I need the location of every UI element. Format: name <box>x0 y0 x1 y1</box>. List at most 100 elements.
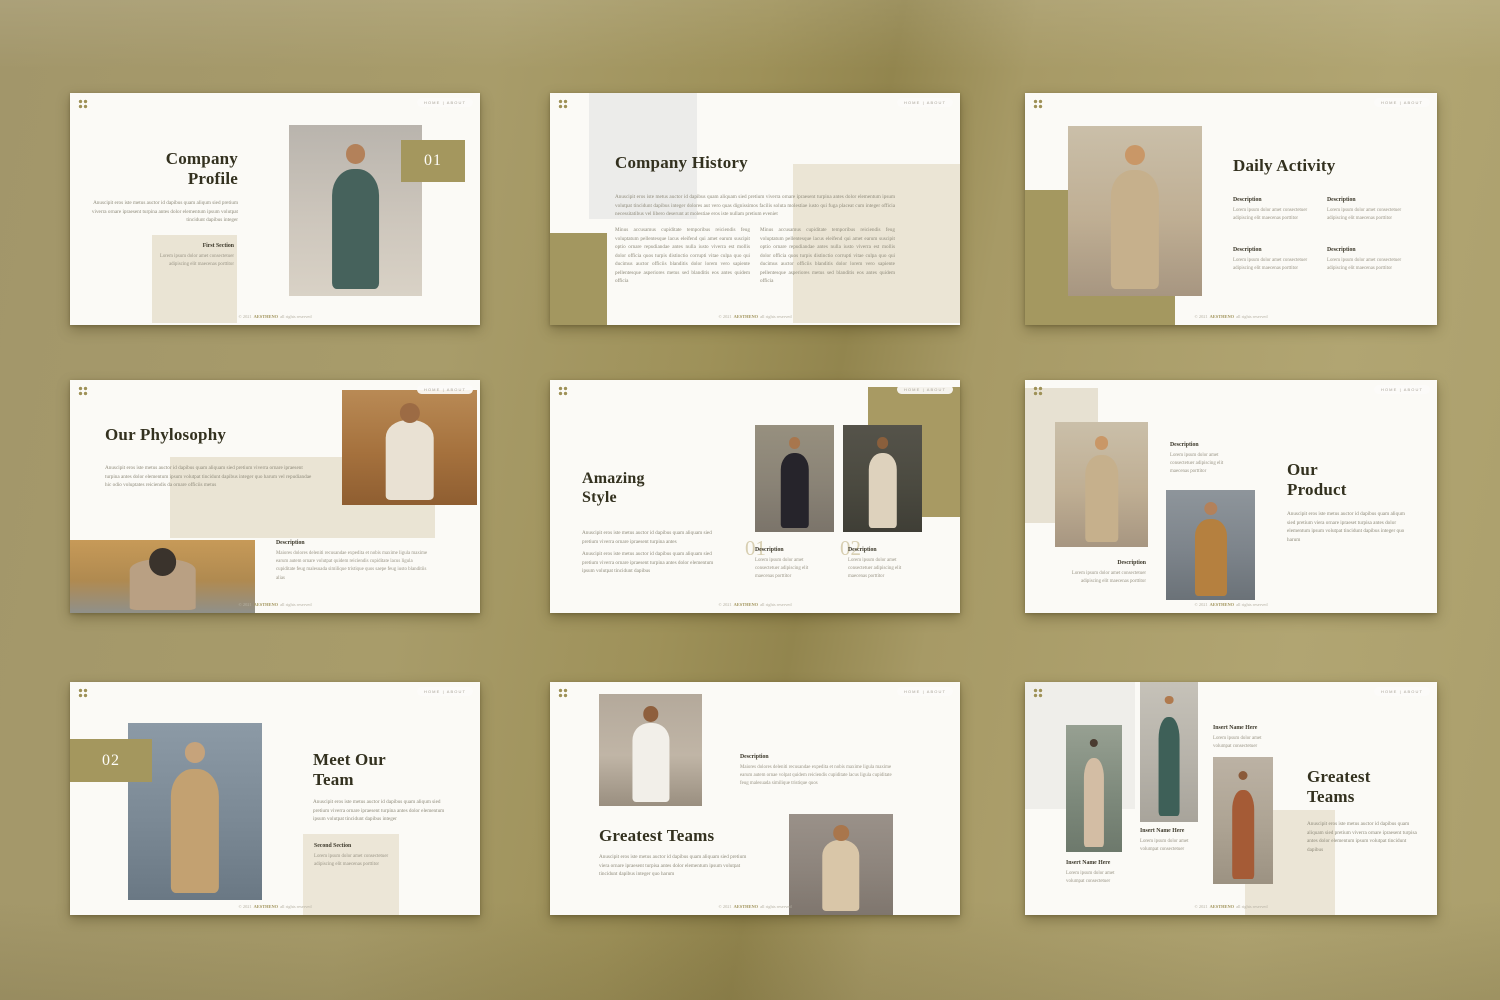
slide-title: Our Product <box>1287 460 1427 500</box>
slide-greatest-teams[interactable]: HOME | ABOUT Description Maiores dolores… <box>550 682 960 915</box>
slide-greatest-teams-grid[interactable]: HOME | ABOUT Insert Name Here Lorem ipsu… <box>1025 682 1437 915</box>
slide-title-line: Company <box>90 149 238 169</box>
footer-copyright: © 2021 <box>238 314 251 319</box>
footer-rights: all rights reserved <box>280 602 311 607</box>
footer-brand: AESTHENO <box>1210 904 1234 909</box>
slide-title-line: Product <box>1287 480 1427 500</box>
nav-home-about[interactable]: HOME | ABOUT <box>1374 687 1430 696</box>
footer-rights: all rights reserved <box>1236 602 1267 607</box>
description-block: Description Lorem ipsum dolor amet conse… <box>1233 197 1313 223</box>
footer-brand: AESTHENO <box>254 904 278 909</box>
member-name: Insert Name Here <box>1140 828 1204 836</box>
member-name-block: Insert Name Here Lorem ipsum dolor amet … <box>1213 725 1277 751</box>
description-text: Lorem ipsum dolor amet consectetuer adip… <box>848 557 912 582</box>
description-heading: Description <box>1233 197 1313 205</box>
section-text: Lorem ipsum dolor amet consectetuer adip… <box>158 253 234 270</box>
description-heading: Description <box>1327 197 1407 205</box>
slide-amazing-style[interactable]: HOME | ABOUT Amazing Style Anuscipit ero… <box>550 380 960 613</box>
description-text: Lorem ipsum dolor amet consectetuer adip… <box>755 557 819 582</box>
member-name-block: Insert Name Here Lorem ipsum dolor amet … <box>1140 828 1204 854</box>
member-text: Lorem ipsum dolor amet volumpat consecte… <box>1066 870 1130 887</box>
nav-home-about[interactable]: HOME | ABOUT <box>1374 98 1430 107</box>
nav-home-about[interactable]: HOME | ABOUT <box>1374 385 1430 394</box>
slide-title-line: Teams <box>1307 787 1427 807</box>
intro-text: Anuscipit eros iste metus auctor id dapi… <box>313 798 451 824</box>
footer-copyright: © 2021 <box>238 904 251 909</box>
photo-two-models <box>342 390 477 505</box>
brand-logo-icon <box>1033 99 1043 109</box>
description-block: Description Lorem ipsum dolor amet conse… <box>1233 247 1313 273</box>
template-preview-canvas: { "shared": { "nav_label": "HOME | ABOUT… <box>0 0 1500 1000</box>
nav-home-about[interactable]: HOME | ABOUT <box>897 385 953 394</box>
slide-title-line: Greatest <box>1307 767 1427 787</box>
description-heading: Description <box>276 540 428 548</box>
description-text: Maiores dolores deleniti recusandae expe… <box>740 764 892 789</box>
slide-our-phylosophy[interactable]: HOME | ABOUT Our Phylosophy Anuscipit er… <box>70 380 480 613</box>
slide-company-history[interactable]: HOME | ABOUT Company History Anuscipit e… <box>550 93 960 325</box>
slide-footer: © 2021AESTHENOall rights reserved <box>70 314 480 319</box>
footer-brand: AESTHENO <box>734 602 758 607</box>
section-heading: First Section <box>158 243 234 251</box>
footer-copyright: © 2021 <box>1194 904 1207 909</box>
description-block: Description Lorem ipsum dolor amet conse… <box>848 547 912 582</box>
slide-title: Company History <box>615 153 915 173</box>
photo-product-ruins <box>1055 422 1148 547</box>
slide-title-line: Profile <box>90 169 238 189</box>
description-block: Description Lorem ipsum dolor amet conse… <box>755 547 819 582</box>
footer-brand: AESTHENO <box>254 314 278 319</box>
description-heading: Description <box>1233 247 1313 255</box>
slide-title: Amazing Style <box>582 470 732 508</box>
brand-logo-icon <box>78 688 88 698</box>
slide-title-line: Company History <box>615 153 915 173</box>
slide-our-product[interactable]: HOME | ABOUT Description Lorem ipsum dol… <box>1025 380 1437 613</box>
description-text: Lorem ipsum dolor amet consectetuer adip… <box>1170 452 1236 477</box>
nav-home-about[interactable]: HOME | ABOUT <box>417 98 473 107</box>
description-block: Description Lorem ipsum dolor amet conse… <box>1327 197 1407 223</box>
description-text: Lorem ipsum dolor amet consectetuer adip… <box>1327 207 1407 224</box>
section-number-badge: 01 <box>401 140 465 182</box>
nav-home-about[interactable]: HOME | ABOUT <box>897 687 953 696</box>
intro-text: Anuscipit eros iste metus auctor id dapi… <box>1307 820 1419 854</box>
footer-brand: AESTHENO <box>254 602 278 607</box>
description-block: Description Lorem ipsum dolor amet conse… <box>1327 247 1407 273</box>
footer-rights: all rights reserved <box>280 904 311 909</box>
slide-daily-activity[interactable]: HOME | ABOUT Daily Activity Description … <box>1025 93 1437 325</box>
brand-logo-icon <box>1033 688 1043 698</box>
footer-copyright: © 2021 <box>718 602 731 607</box>
slide-title-line: Greatest Teams <box>599 826 819 846</box>
intro-text: Anuscipit eros iste metus auctor id dapi… <box>1287 510 1407 544</box>
description-text: Lorem ipsum dolor amet consectetuer adip… <box>1233 207 1313 224</box>
slide-title-line: Style <box>582 489 732 508</box>
member-name: Insert Name Here <box>1066 860 1130 868</box>
slide-title: Greatest Teams <box>1307 767 1427 807</box>
description-text: Maiores dolores deleniti recusandae expe… <box>276 550 428 583</box>
section-block: Second Section Lorem ipsum dolor amet co… <box>314 843 390 869</box>
footer-brand: AESTHENO <box>734 314 758 319</box>
slide-company-profile[interactable]: HOME | ABOUT 01 Company Profile Anuscipi… <box>70 93 480 325</box>
slide-title-line: Meet Our <box>313 750 463 770</box>
slide-title: Daily Activity <box>1233 156 1423 176</box>
slide-title-line: Team <box>313 770 463 790</box>
body-column-1: Minus accusamus cupiditate temporibus re… <box>615 226 750 286</box>
slide-title: Company Profile <box>90 149 238 189</box>
member-name-block: Insert Name Here Lorem ipsum dolor amet … <box>1066 860 1130 886</box>
slide-footer: © 2021AESTHENOall rights reserved <box>550 602 960 607</box>
intro-text: Anuscipit eros iste metus auctor id dapi… <box>105 464 317 490</box>
photo-member-teal <box>1140 682 1198 822</box>
nav-home-about[interactable]: HOME | ABOUT <box>897 98 953 107</box>
slide-title-line: Amazing <box>582 470 732 489</box>
nav-home-about[interactable]: HOME | ABOUT <box>417 687 473 696</box>
description-heading: Description <box>1170 442 1236 450</box>
photo-team-member-1 <box>599 694 702 806</box>
footer-rights: all rights reserved <box>760 602 791 607</box>
slide-title-line: Daily Activity <box>1233 156 1423 176</box>
footer-rights: all rights reserved <box>760 904 791 909</box>
description-heading: Description <box>740 754 892 762</box>
slide-footer: © 2021AESTHENOall rights reserved <box>1025 602 1437 607</box>
description-text: Lorem ipsum dolor amet consectetuer adip… <box>1061 570 1146 587</box>
brand-logo-icon <box>558 386 568 396</box>
intro-text: Anuscipit eros iste metus auctor id dapi… <box>88 199 238 225</box>
brand-logo-icon <box>558 99 568 109</box>
slide-meet-our-team[interactable]: 02 HOME | ABOUT Meet Our Team Anuscipit … <box>70 682 480 915</box>
nav-home-about[interactable]: HOME | ABOUT <box>417 385 473 394</box>
